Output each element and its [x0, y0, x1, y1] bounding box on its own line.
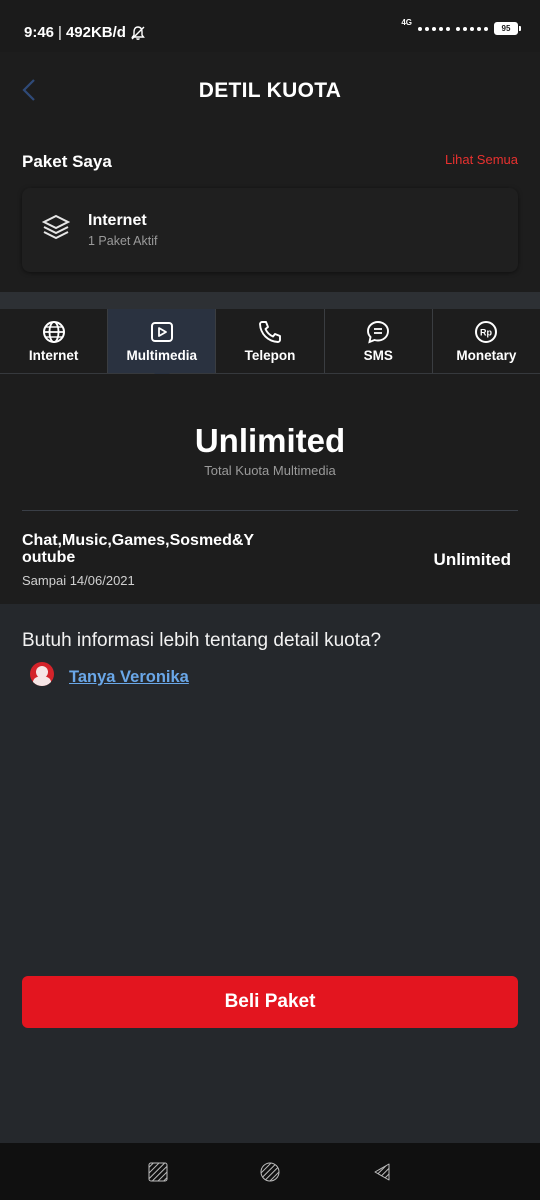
back-nav-icon[interactable] — [372, 1162, 392, 1182]
status-separator: | — [58, 24, 62, 41]
tab-multimedia[interactable]: Multimedia — [108, 309, 217, 373]
svg-text:Rp: Rp — [480, 328, 492, 338]
quota-item-name-line1: Chat,Music,Games,Sosmed&Y — [22, 532, 255, 549]
quota-item-name-line2: outube — [22, 549, 76, 566]
phone-icon — [259, 321, 281, 343]
tab-multimedia-label: Multimedia — [126, 348, 198, 363]
app-header: DETIL KUOTA — [0, 52, 540, 130]
paket-saya-section: Paket Saya Lihat Semua Internet 1 Paket … — [0, 130, 540, 292]
tab-sms-label: SMS — [363, 348, 393, 363]
signal-2-icon — [456, 26, 488, 31]
battery-level: 95 — [501, 24, 511, 33]
paket-subtitle: 1 Paket Aktif — [88, 234, 158, 248]
quota-total-label: Total Kuota Multimedia — [204, 463, 336, 478]
tanya-veronika-link[interactable]: Tanya Veronika — [69, 668, 189, 687]
quota-item-value: Unlimited — [433, 550, 511, 569]
quota-total-value: Unlimited — [194, 422, 346, 459]
tab-internet-label: Internet — [28, 348, 79, 363]
recent-apps-icon[interactable] — [148, 1162, 168, 1182]
info-question: Butuh informasi lebih tentang detail kuo… — [22, 630, 382, 651]
battery-icon: 95 — [494, 22, 521, 35]
veronika-avatar — [30, 662, 54, 686]
page-title: DETIL KUOTA — [198, 79, 342, 102]
paket-name: Internet — [88, 212, 147, 229]
paket-card-internet[interactable]: Internet 1 Paket Aktif — [22, 188, 518, 272]
status-time: 9:46 — [24, 24, 55, 41]
quota-item-name: Chat,Music,Games,Sosmed&Y outube — [22, 532, 282, 566]
paket-saya-title: Paket Saya — [22, 152, 112, 171]
section-divider — [0, 292, 540, 309]
bell-off-icon — [131, 25, 145, 40]
play-icon — [150, 322, 173, 342]
status-right: 4G 95 — [401, 18, 521, 35]
globe-icon — [42, 321, 65, 343]
home-icon[interactable] — [260, 1162, 280, 1182]
network-type: 4G — [401, 18, 412, 27]
tab-internet[interactable]: Internet — [0, 309, 109, 373]
tab-sms[interactable]: SMS — [325, 309, 433, 373]
layers-icon — [42, 214, 70, 240]
system-nav-bar — [0, 1143, 540, 1200]
status-speed: 492KB/d — [65, 24, 126, 41]
quota-item-expiry: Sampai 14/06/2021 — [22, 573, 135, 588]
rp-coin-icon: Rp — [475, 321, 498, 343]
quota-divider — [22, 510, 518, 511]
beli-paket-button[interactable]: Beli Paket — [22, 976, 518, 1028]
quota-tabs: Internet Multimedia Telepon SMS Rp Monet… — [0, 309, 540, 374]
tab-telepon[interactable]: Telepon — [216, 309, 325, 373]
tab-monetary-label: Monetary — [456, 348, 517, 363]
tab-telepon-label: Telepon — [244, 348, 296, 363]
signal-1-icon — [418, 26, 450, 31]
status-bar: 9:46 | 492KB/d 4G 95 — [0, 0, 540, 52]
tab-monetary[interactable]: Rp Monetary — [433, 309, 540, 373]
chat-icon — [367, 321, 390, 344]
see-all-link[interactable]: Lihat Semua — [445, 152, 518, 167]
quota-details: Unlimited Total Kuota Multimedia Chat,Mu… — [0, 374, 540, 604]
status-left: 9:46 | 492KB/d — [24, 24, 146, 41]
